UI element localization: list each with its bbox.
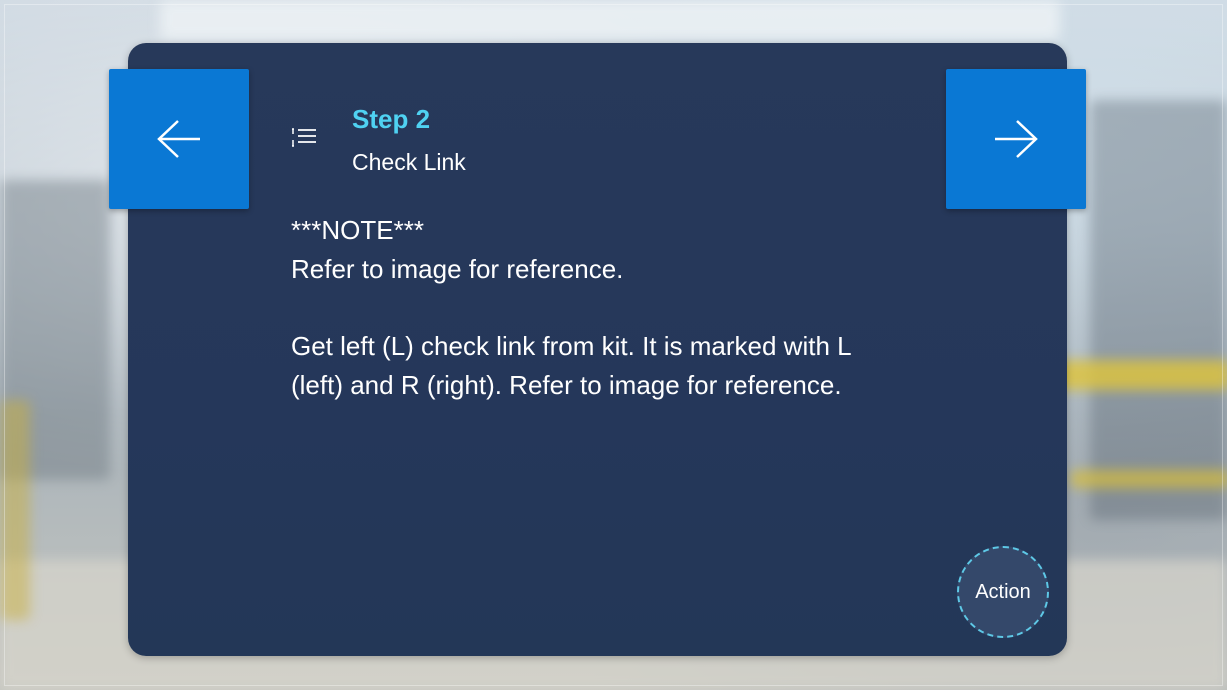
arrow-right-icon [995, 120, 1038, 158]
instruction-text: ***NOTE*** Refer to image for reference.… [291, 211, 891, 405]
action-button[interactable]: Action [957, 546, 1049, 638]
background-blur [1070, 470, 1227, 488]
step-subtitle: Check Link [352, 149, 466, 175]
background-blur [0, 400, 30, 620]
background-blur [160, 0, 1060, 40]
instruction-line: Refer to image for reference. [291, 254, 624, 284]
note-label: ***NOTE*** [291, 215, 424, 245]
previous-step-button[interactable] [109, 69, 249, 209]
step-list-icon[interactable] [289, 126, 319, 150]
app-scene: Step 2 Check Link ***NOTE*** Refer to im… [0, 0, 1227, 690]
arrow-left-icon [157, 120, 200, 158]
background-blur [1050, 360, 1227, 390]
background-blur [1090, 100, 1227, 520]
action-button-label: Action [975, 580, 1031, 603]
next-step-button[interactable] [946, 69, 1086, 209]
instruction-line: Get left (L) check link from kit. It is … [291, 331, 851, 400]
step-title: Step 2 [352, 104, 431, 134]
